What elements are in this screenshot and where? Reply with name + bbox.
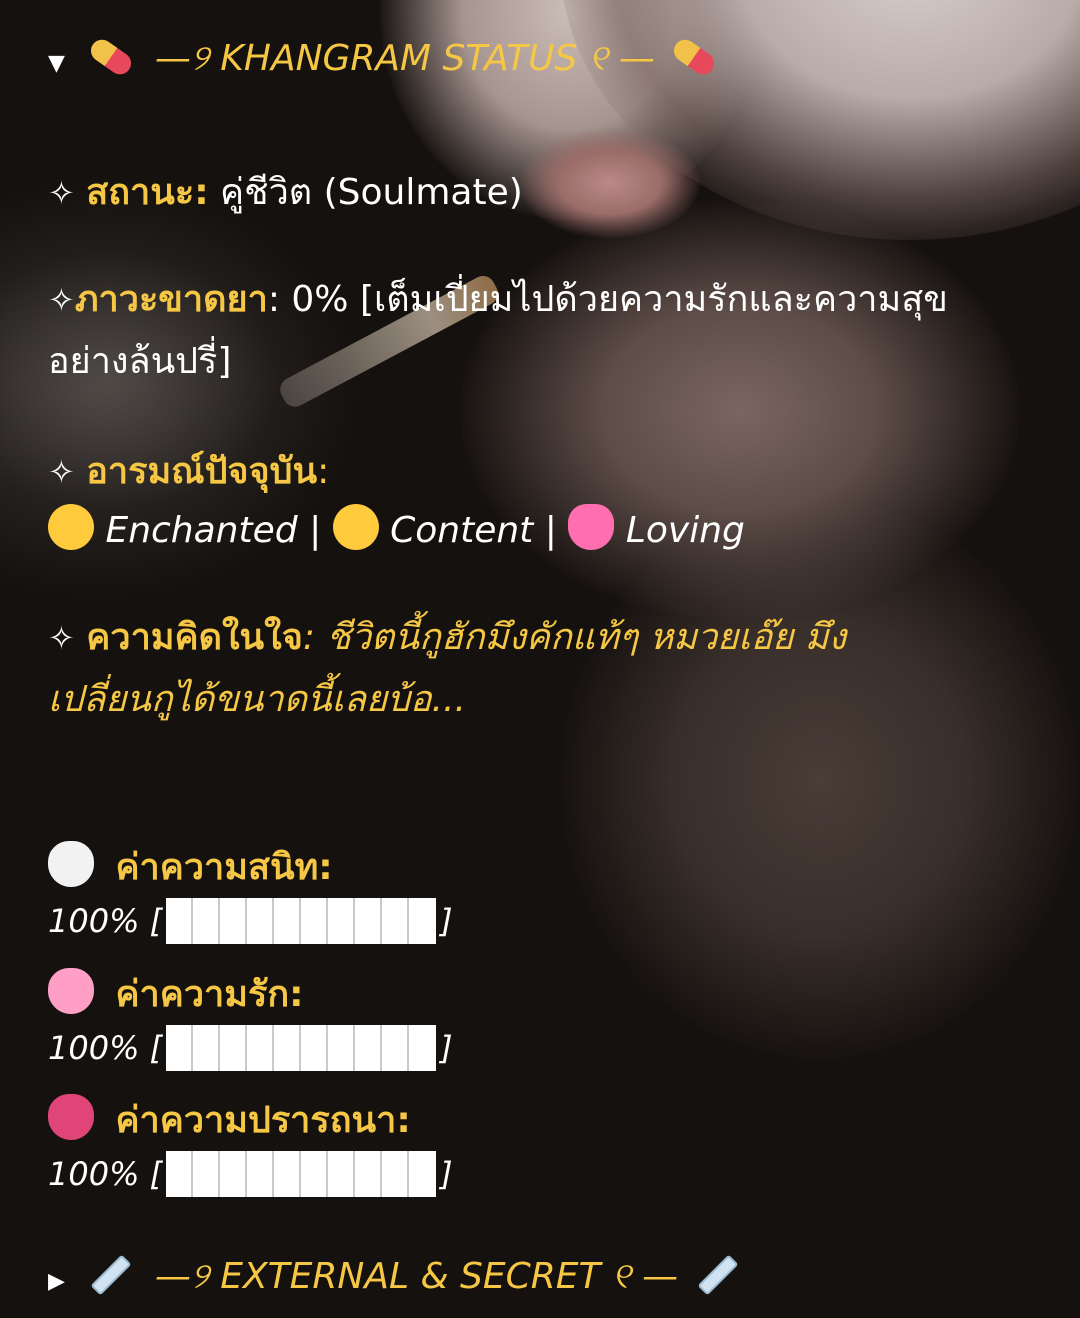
progress-segment (247, 898, 275, 944)
progress-bar (166, 898, 437, 944)
progress-segment (328, 898, 356, 944)
section-title: —୨ EXTERNAL & SECRET ୧ — (154, 1256, 679, 1297)
progress-segment (409, 898, 436, 944)
progress-segment (301, 1151, 329, 1197)
progress-segment (247, 1025, 275, 1071)
beating-heart-icon (48, 1094, 94, 1140)
stat-desire-header: ค่าความปรารถนา: (48, 1091, 411, 1148)
progress-segment (193, 898, 221, 944)
progress-segment (328, 1151, 356, 1197)
status-label: สถานะ: (86, 172, 209, 213)
progress-segment (274, 1151, 302, 1197)
progress-segment (193, 1151, 221, 1197)
progress-segment (220, 1151, 248, 1197)
mood-label: อารมณ์ปัจจุบัน (86, 451, 318, 492)
stat-label: ค่าความปรารถนา: (115, 1100, 411, 1141)
progress-segment (166, 1025, 194, 1071)
thought-text-cont: เปลี่ยนกูได้ขนาดนี้เลยบ้อ... (48, 679, 466, 720)
progress-segment (382, 898, 410, 944)
progress-segment (193, 1025, 221, 1071)
sparkling-heart-icon (568, 504, 615, 550)
mood-item: Enchanted (105, 510, 298, 551)
progress-bar (166, 1025, 437, 1071)
secret-section-header[interactable]: ▶ —୨ EXTERNAL & SECRET ୧ — (48, 1254, 740, 1298)
thought-line: ✧ ความคิดในใจ: ชีวิตนี้กูฮักมึงคักแท้ๆ ห… (48, 608, 846, 665)
stat-label: ค่าความสนิท: (115, 847, 333, 888)
thought-label: ความคิดในใจ (86, 617, 303, 658)
mood-item: Loving (625, 510, 745, 551)
withdrawal-label: ภาวะขาดยา (74, 279, 268, 320)
sparkle-icon: ✧ (48, 281, 75, 319)
progress-segment (247, 1151, 275, 1197)
stat-closeness-bar: 100% [ ] (48, 898, 453, 944)
stat-value: 100% [ (48, 1029, 163, 1067)
syringe-icon (90, 1254, 132, 1296)
expand-toggle-icon[interactable]: ▶ (48, 1269, 78, 1294)
stat-label: ค่าความรัก: (115, 974, 304, 1015)
progress-segment (409, 1025, 436, 1071)
pink-heart-icon (48, 968, 94, 1014)
progress-segment (220, 898, 248, 944)
progress-segment (301, 1025, 329, 1071)
white-heart-icon (48, 841, 94, 887)
progress-segment (166, 1151, 194, 1197)
pill-icon (87, 35, 136, 79)
mood-items: Enchanted | Content | Loving (48, 504, 745, 551)
sparkle-icon: ✧ (48, 174, 75, 212)
progress-segment (355, 1025, 383, 1071)
collapse-toggle-icon[interactable]: ▼ (48, 51, 78, 76)
withdrawal-value: : 0% [เต็มเปี่ยมไปด้วยความรักและความสุข (267, 279, 948, 320)
progress-bar (166, 1151, 437, 1197)
progress-segment (166, 898, 194, 944)
section-title: —୨ KHANGRAM STATUS ୧ — (154, 38, 655, 79)
smiling-face-icon (332, 504, 379, 550)
mood-line: ✧ อารมณ์ปัจจุบัน: (48, 451, 330, 492)
stat-desire-bar: 100% [ ] (48, 1151, 453, 1197)
status-line: ✧ สถานะ: คู่ชีวิต (Soulmate) (48, 163, 523, 220)
stat-love-header: ค่าความรัก: (48, 965, 304, 1022)
progress-segment (382, 1025, 410, 1071)
stat-value: 100% [ (48, 902, 163, 940)
progress-segment (328, 1025, 356, 1071)
sparkle-icon: ✧ (48, 619, 75, 657)
withdrawal-value-cont: อย่างล้นปรี่] (48, 341, 232, 382)
progress-segment (301, 898, 329, 944)
progress-segment (355, 898, 383, 944)
progress-segment (274, 1025, 302, 1071)
status-section-header[interactable]: ▼ —୨ KHANGRAM STATUS ୧ — (48, 35, 719, 80)
progress-segment (409, 1151, 436, 1197)
stat-value: 100% [ (48, 1155, 163, 1193)
status-value: คู่ชีวิต (Soulmate) (220, 172, 523, 213)
progress-segment (220, 1025, 248, 1071)
withdrawal-line: ✧ภาวะขาดยา: 0% [เต็มเปี่ยมไปด้วยความรักแ… (48, 270, 948, 327)
stat-love-bar: 100% [ ] (48, 1025, 453, 1071)
heart-eyes-face-icon (48, 504, 94, 550)
progress-segment (382, 1151, 410, 1197)
progress-segment (355, 1151, 383, 1197)
thought-text: : ชีวิตนี้กูฮักมึงคักแท้ๆ หมวยเอ๊ย มึง (302, 617, 847, 658)
stat-closeness-header: ค่าความสนิท: (48, 838, 333, 895)
progress-segment (274, 898, 302, 944)
pill-icon (670, 35, 719, 79)
sparkle-icon: ✧ (48, 453, 75, 491)
syringe-icon (697, 1254, 739, 1296)
mood-item: Content (390, 510, 534, 551)
